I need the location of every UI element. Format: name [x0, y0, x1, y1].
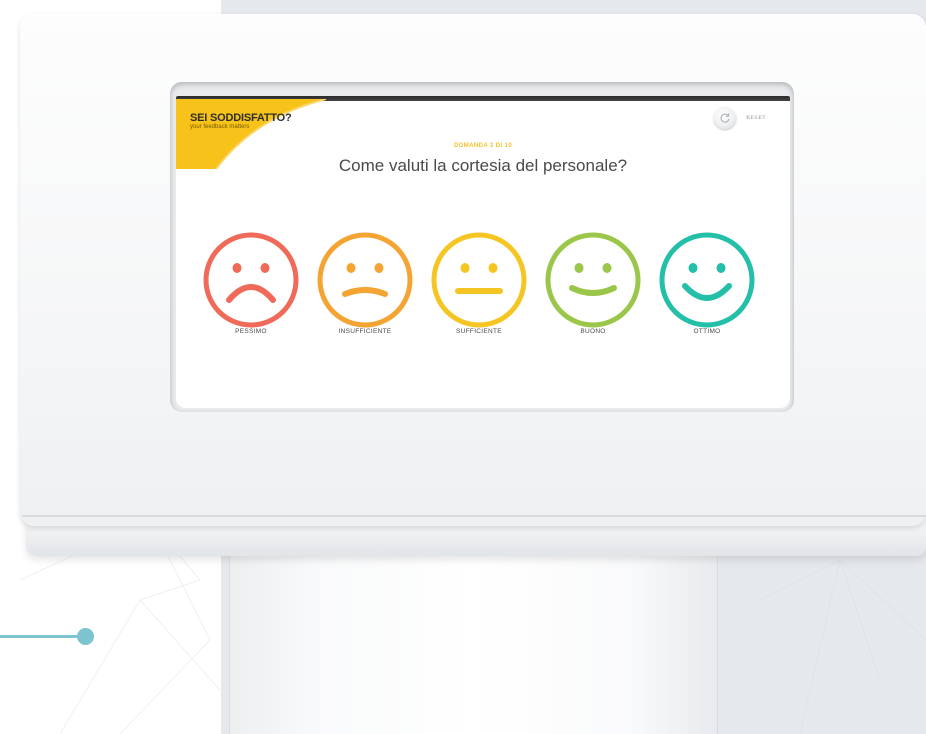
- brand-title: SEI SODDISFATTO?: [190, 112, 292, 124]
- rating-option-buono[interactable]: BUONO: [538, 230, 648, 335]
- rating-option-sufficiente[interactable]: SUFFICIENTE: [424, 230, 534, 335]
- rating-option-insufficiente[interactable]: INSUFFICIENTE: [310, 230, 420, 335]
- question-text: Come valuti la cortesia del personale?: [338, 156, 628, 175]
- reset-label: RESET: [746, 115, 766, 121]
- question-counter: DOMANDA 3 DI 10: [453, 143, 513, 149]
- rating-options: PESSIMO INSUFFICIENTE SUFFICIENTE BUONO …: [176, 230, 790, 350]
- survey-screen: SEI SODDISFATTO? your feedback matters R…: [176, 96, 790, 408]
- very-sad-face-icon: [203, 232, 299, 328]
- very-happy-face-icon: [659, 232, 755, 328]
- rating-label-buono: BUONO: [580, 328, 606, 335]
- happy-face-icon: [545, 232, 641, 328]
- kiosk-stand: [229, 545, 718, 734]
- rating-option-ottimo[interactable]: OTTIMO: [652, 230, 762, 335]
- refresh-icon: [714, 107, 737, 129]
- neutral-face-icon: [431, 232, 527, 328]
- brand-subtitle: your feedback matters: [190, 124, 250, 130]
- reset-button[interactable]: RESET: [714, 107, 766, 129]
- sad-face-icon: [317, 232, 413, 328]
- decor-dot: [77, 628, 94, 645]
- decor-line: [0, 635, 84, 638]
- rating-label-insufficiente: INSUFFICIENTE: [338, 328, 392, 335]
- rating-label-pessimo: PESSIMO: [235, 328, 267, 335]
- kiosk-seam: [22, 515, 926, 517]
- rating-option-pessimo[interactable]: PESSIMO: [196, 230, 306, 335]
- rating-label-ottimo: OTTIMO: [693, 328, 721, 335]
- rating-label-sufficiente: SUFFICIENTE: [456, 328, 502, 335]
